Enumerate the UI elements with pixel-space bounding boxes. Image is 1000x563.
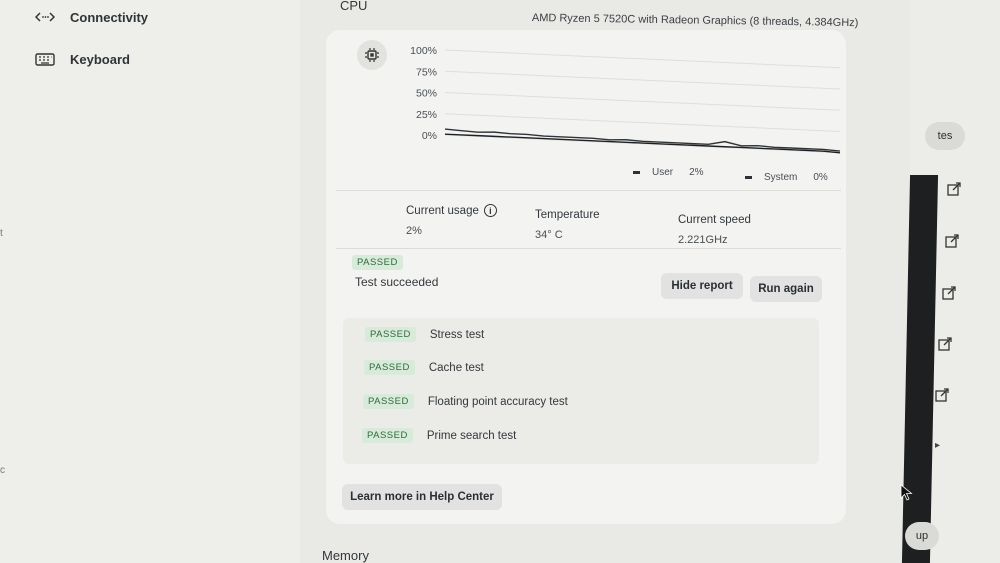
memory-section-title: Memory [322, 548, 369, 563]
sidebar-item-connectivity[interactable]: Connectivity [34, 9, 148, 25]
legend-user-value: 2% [689, 167, 704, 178]
result-name: Prime search test [426, 429, 517, 442]
sidebar-item-keyboard[interactable]: Keyboard [34, 51, 130, 67]
sidebar-item-label: Connectivity [70, 9, 149, 25]
stat-label: Current speed [678, 214, 751, 226]
edge-glyph: t [0, 228, 3, 239]
cpu-chip-icon [357, 40, 387, 70]
run-again-button[interactable]: Run again [750, 276, 822, 302]
legend-system: System 0% [745, 172, 828, 183]
divider [336, 248, 841, 249]
legend-system-value: 0% [813, 172, 828, 183]
status-badge: PASSED [352, 255, 403, 270]
legend-user: User 2% [633, 167, 704, 178]
result-row-prime-search: PASSED Prime search test [362, 428, 516, 443]
legend-user-label: User [652, 167, 674, 178]
result-name: Cache test [428, 361, 484, 374]
result-row-floating-point: PASSED Floating point accuracy test [363, 394, 568, 409]
mouse-cursor-icon [900, 484, 913, 501]
grid-line [444, 134, 841, 154]
result-badge: PASSED [363, 394, 414, 409]
hide-report-button[interactable]: Hide report [661, 273, 743, 299]
result-name: Stress test [429, 328, 485, 341]
edge-glyph: c [0, 465, 5, 476]
right-chip-bottom[interactable]: up [905, 522, 939, 550]
stat-label: Temperature [535, 209, 600, 221]
open-external-icon[interactable] [947, 182, 961, 196]
divider [336, 190, 841, 191]
stat-current-speed: Current speed 2.221GHz [678, 214, 751, 246]
y-tick-label: 0% [422, 130, 437, 142]
connectivity-icon [34, 9, 56, 25]
stat-current-usage: Current usage i 2% [406, 204, 497, 237]
y-tick-label: 100% [410, 45, 437, 57]
info-icon[interactable]: i [483, 204, 497, 217]
help-center-button[interactable]: Learn more in Help Center [342, 484, 502, 510]
grid-line [444, 70, 841, 90]
legend-system-label: System [764, 172, 798, 183]
chevron-right-icon[interactable]: ▸ [935, 440, 940, 451]
open-external-icon[interactable] [935, 388, 949, 402]
cpu-section-title: CPU [340, 0, 368, 13]
open-external-icon[interactable] [942, 286, 956, 300]
right-chip-top[interactable]: tes [925, 122, 965, 150]
open-external-icon[interactable] [945, 234, 959, 248]
grid-line [444, 92, 841, 111]
stat-temperature: Temperature 34° C [535, 209, 600, 241]
sidebar: Connectivity Keyboard t c [0, 0, 300, 563]
series-line-user [444, 128, 841, 152]
result-row-cache: PASSED Cache test [364, 360, 484, 375]
y-tick-label: 75% [416, 66, 437, 78]
result-badge: PASSED [365, 327, 416, 342]
grid-line [444, 113, 841, 133]
y-tick-label: 50% [416, 88, 437, 100]
open-external-icon[interactable] [938, 337, 952, 351]
result-name: Floating point accuracy test [427, 395, 568, 408]
legend-swatch [745, 176, 752, 179]
stat-label: Current usage [406, 204, 479, 217]
keyboard-icon [34, 51, 56, 67]
sidebar-item-label: Keyboard [70, 51, 130, 67]
legend-swatch [633, 171, 640, 174]
stat-value: 34° C [535, 229, 563, 241]
cpu-model: AMD Ryzen 5 7520C with Radeon Graphics (… [531, 12, 859, 30]
cpu-usage-chart: 100% 75% 50% 25% 0% [410, 45, 841, 154]
grid-line [444, 49, 841, 69]
stat-value: 2.221GHz [678, 234, 728, 246]
status-text: Test succeeded [355, 275, 439, 289]
stat-value: 2% [406, 225, 422, 237]
y-tick-label: 25% [416, 109, 437, 121]
result-badge: PASSED [362, 428, 413, 443]
result-row-stress: PASSED Stress test [365, 327, 484, 342]
result-badge: PASSED [364, 360, 415, 375]
